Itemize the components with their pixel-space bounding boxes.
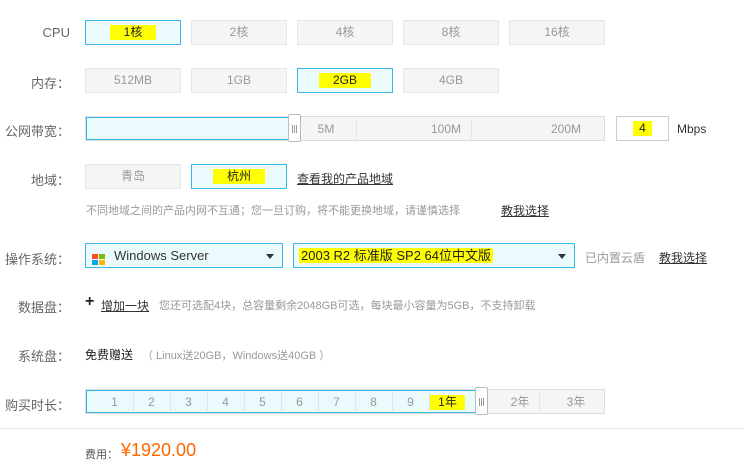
bandwidth-tick-100m: 100M [430, 122, 462, 136]
memory-option-4gb[interactable]: 4GB [403, 68, 499, 93]
duration-tick-2y[interactable]: 2年 [488, 390, 552, 413]
duration-tick-9[interactable]: 9 [392, 390, 429, 413]
cpu-option-16[interactable]: 16核 [509, 20, 605, 45]
os-label: 操作系统： [4, 252, 70, 267]
bandwidth-input-value: 4 [633, 121, 652, 136]
duration-tick-divider [133, 392, 134, 411]
cpu-option-4[interactable]: 4核 [297, 20, 393, 45]
add-data-disk-link[interactable]: 增加一块 [101, 297, 149, 314]
duration-slider-handle[interactable] [475, 387, 488, 415]
chevron-down-icon [266, 254, 274, 259]
data-disk-label: 数据盘： [17, 300, 70, 315]
cpu-label: CPU [42, 25, 70, 40]
memory-option-1gb[interactable]: 1GB [191, 68, 287, 93]
region-option-hangzhou[interactable]: 杭州 [191, 164, 287, 189]
bandwidth-slider-fill [86, 117, 295, 140]
region-option-qingdao[interactable]: 青岛 [85, 164, 181, 189]
duration-tick-4[interactable]: 4 [207, 390, 244, 413]
region-note: 不同地域之间的产品内网不互通；您一旦订购，将不能更换地域，请谨慎选择 [86, 205, 460, 217]
data-disk-note: 您还可选配4块，总容量剩余2048GB可选，每块最小容量为5GB，不支持卸载 [159, 300, 536, 312]
cpu-option-1-text: 1核 [109, 25, 157, 40]
fee-amount: ¥1920.00 [121, 440, 197, 460]
system-disk-note: （ Linux送20GB，Windows送40GB ） [142, 350, 331, 362]
duration-tick-10[interactable]: 1年 [429, 390, 466, 413]
duration-label: 购买时长： [4, 398, 70, 413]
os-type-value: Windows Server [114, 248, 209, 263]
memory-option-512mb[interactable]: 512MB [85, 68, 181, 93]
duration-tick-divider [355, 392, 356, 411]
bandwidth-slider-handle[interactable] [288, 114, 301, 142]
duration-tick-5[interactable]: 5 [244, 390, 281, 413]
region-help-link[interactable]: 教我选择 [501, 202, 549, 219]
region-label: 地域： [30, 173, 70, 188]
memory-label: 内存： [30, 76, 70, 91]
duration-tick-6[interactable]: 6 [281, 390, 318, 413]
bandwidth-tick-200m: 200M [550, 122, 582, 136]
duration-tick-3y[interactable]: 3年 [544, 390, 608, 413]
fee-label: 费用： [85, 449, 118, 461]
cpu-option-8[interactable]: 8核 [403, 20, 499, 45]
memory-option-2gb[interactable]: 2GB [297, 68, 393, 93]
duration-tick-divider [318, 392, 319, 411]
bandwidth-tick-divider [471, 119, 472, 138]
os-type-select[interactable]: Windows Server [85, 243, 283, 268]
duration-tick-divider [539, 392, 540, 411]
chevron-down-icon [558, 254, 566, 259]
duration-tick-7[interactable]: 7 [318, 390, 355, 413]
duration-slider[interactable]: 1 2 3 4 5 6 7 8 9 1年 2年 3年 [85, 389, 605, 414]
os-help-link[interactable]: 教我选择 [659, 249, 707, 266]
duration-selected-text: 1年 [430, 395, 465, 410]
cpu-option-2[interactable]: 2核 [191, 20, 287, 45]
region-option-hangzhou-text: 杭州 [212, 169, 265, 184]
bandwidth-tick-5m: 5M [317, 122, 335, 136]
windows-logo-icon [92, 250, 106, 265]
bandwidth-tick-divider [356, 119, 357, 138]
memory-option-2gb-text: 2GB [318, 73, 371, 88]
duration-tick-divider [281, 392, 282, 411]
duration-tick-divider [392, 392, 393, 411]
duration-tick-1[interactable]: 1 [96, 390, 133, 413]
system-disk-label: 系统盘： [17, 349, 70, 364]
duration-tick-divider [170, 392, 171, 411]
bandwidth-unit: Mbps [677, 122, 707, 136]
bandwidth-input[interactable]: 4 [616, 116, 669, 141]
duration-tick-divider [429, 392, 430, 411]
footer-divider [0, 428, 744, 429]
os-security-note: 已内置云盾 [585, 251, 646, 265]
view-my-regions-link[interactable]: 查看我的产品地域 [297, 170, 393, 187]
duration-tick-2[interactable]: 2 [133, 390, 170, 413]
bandwidth-slider[interactable]: 5M 100M 200M [85, 116, 605, 141]
duration-tick-divider [244, 392, 245, 411]
duration-tick-divider [207, 392, 208, 411]
os-version-value: 2003 R2 标准版 SP2 64位中文版 [299, 248, 494, 263]
system-disk-value: 免费赠送 [85, 348, 134, 362]
bandwidth-label: 公网带宽： [4, 124, 70, 139]
duration-tick-3[interactable]: 3 [170, 390, 207, 413]
plus-icon[interactable]: + [85, 294, 94, 310]
cpu-option-1[interactable]: 1核 [85, 20, 181, 45]
duration-tick-8[interactable]: 8 [355, 390, 392, 413]
os-version-select[interactable]: 2003 R2 标准版 SP2 64位中文版 [293, 243, 575, 268]
